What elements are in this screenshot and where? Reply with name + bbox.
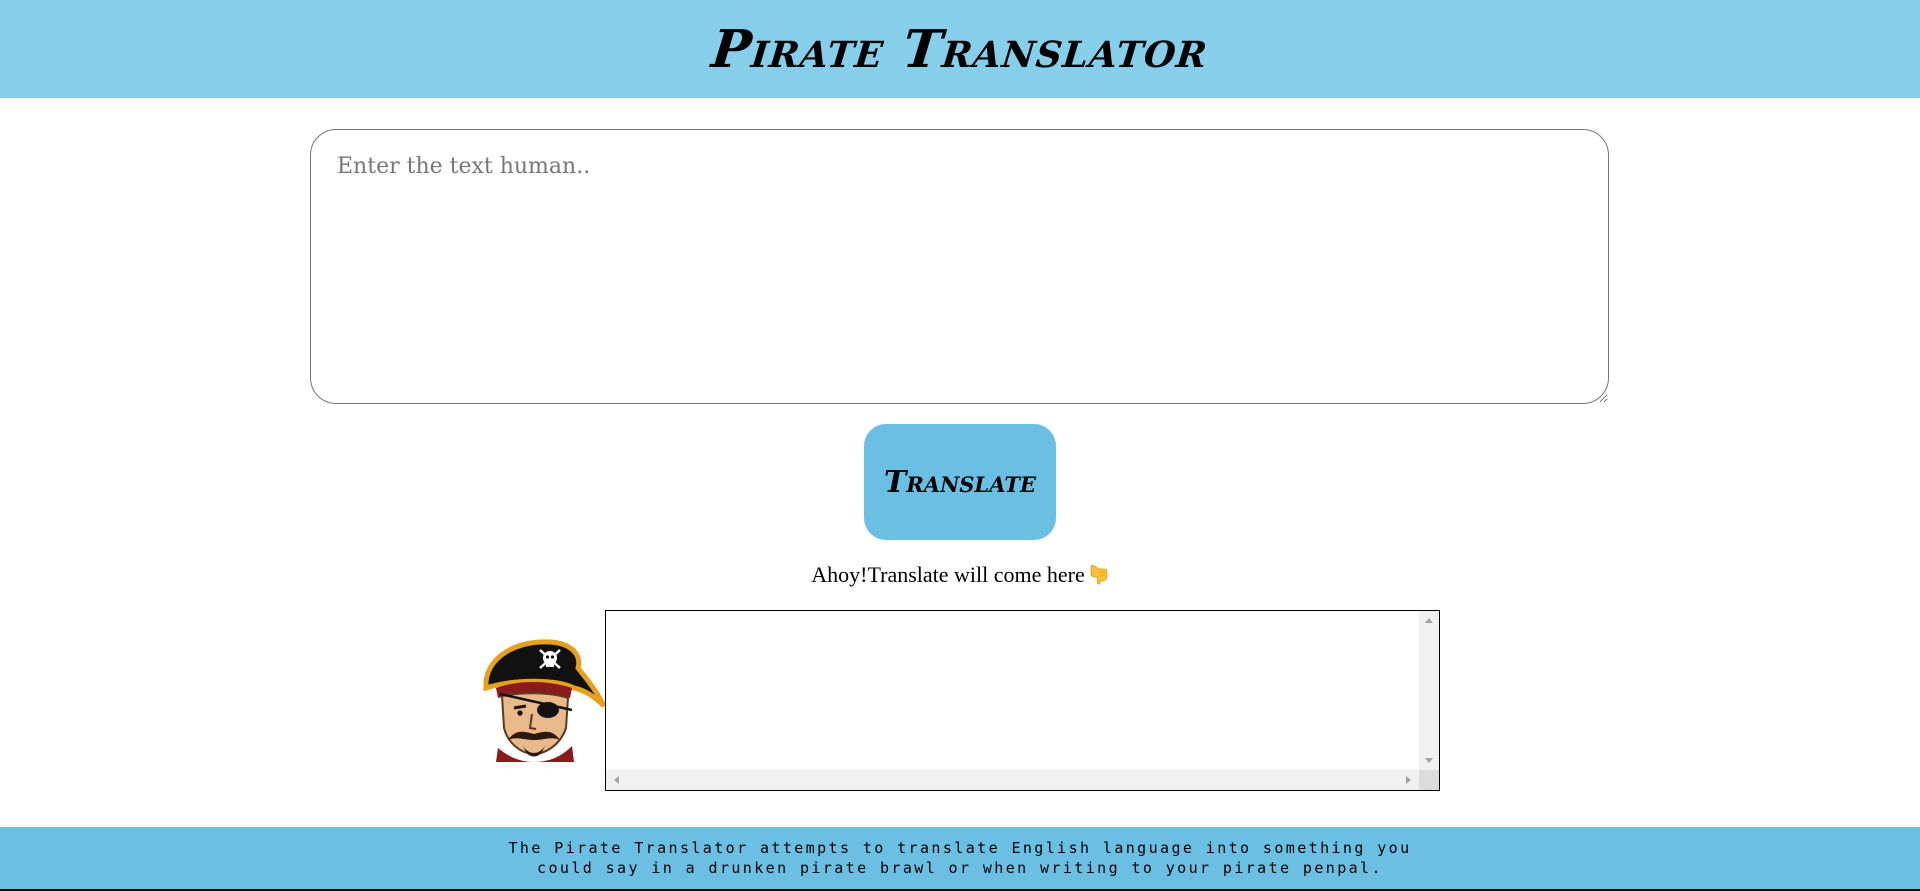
page-title: Pirate Translator: [708, 18, 1212, 80]
vertical-scrollbar[interactable]: [1419, 611, 1439, 770]
pirate-avatar-icon: [478, 636, 607, 764]
horizontal-scrollbar[interactable]: [606, 770, 1419, 790]
pointing-down-icon: [1087, 563, 1109, 585]
translate-button[interactable]: Translate: [864, 424, 1056, 540]
footer: The Pirate Translator attempts to transl…: [0, 827, 1920, 891]
scroll-down-icon[interactable]: [1425, 758, 1433, 763]
output-heading: Ahoy!Translate will come here: [0, 562, 1920, 588]
scroll-right-icon[interactable]: [1406, 776, 1411, 784]
footer-text: The Pirate Translator attempts to transl…: [508, 839, 1412, 877]
output-heading-text: Ahoy!Translate will come here: [811, 562, 1085, 587]
scroll-up-icon[interactable]: [1425, 618, 1433, 623]
output-box[interactable]: [605, 610, 1440, 791]
app-header: Pirate Translator: [0, 0, 1920, 98]
text-input[interactable]: [310, 129, 1609, 404]
scrollbar-corner: [1419, 770, 1439, 790]
scroll-left-icon[interactable]: [614, 776, 619, 784]
